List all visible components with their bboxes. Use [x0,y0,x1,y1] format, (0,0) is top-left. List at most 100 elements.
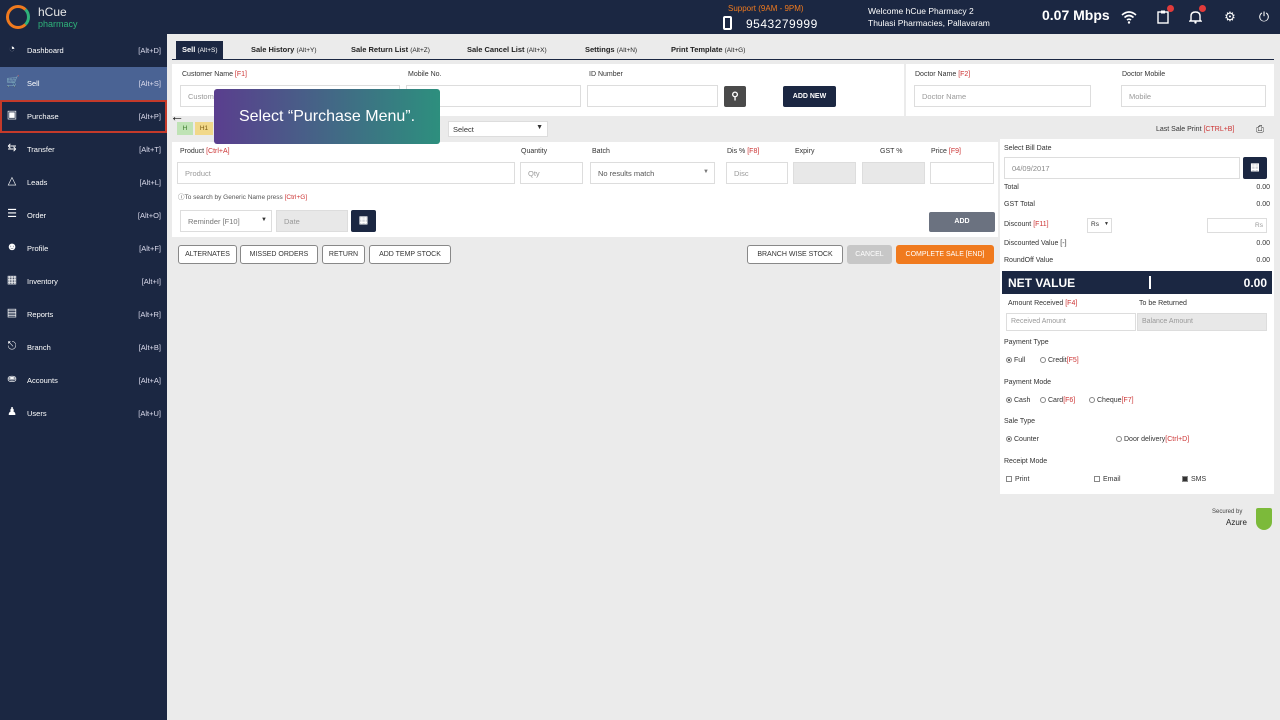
return-button[interactable]: RETURN [322,245,365,264]
support-label: Support (9AM - 9PM) [728,4,804,13]
missed-orders-button[interactable]: MISSED ORDERS [240,245,318,264]
branch-wise-stock-button[interactable]: BRANCH WISE STOCK [747,245,843,264]
sidebar-item-purchase[interactable]: ▣ Purchase [Alt+P] [0,100,167,133]
batch-select[interactable]: No results match ▼ [590,162,715,184]
expiry-label: Expiry [795,148,815,155]
tab-sell[interactable]: Sell (Alt+S) [176,41,224,59]
add-temp-stock-button[interactable]: ADD TEMP STOCK [369,245,451,264]
sidebar-item-transfer[interactable]: ⇆ Transfer [Alt+T] [0,133,167,166]
bill-date-calendar-button[interactable]: ▦ [1243,157,1267,179]
welcome-user: Welcome hCue Pharmacy 2 [868,6,974,16]
tab-divider [172,59,1274,60]
sidebar-item-profile[interactable]: ☻ Profile [Alt+F] [0,232,167,265]
radio-indicator [1089,397,1095,404]
reminder-select[interactable]: Reminder [F10] ▼ [180,210,272,232]
payment-credit-radio[interactable]: Credit[F5] [1040,357,1079,364]
id-number-input[interactable] [587,85,718,107]
chevron-down-icon: ▼ [261,217,267,223]
add-new-button[interactable]: ADD NEW [783,86,836,107]
sidebar-item-branch[interactable]: ⎋ Branch [Alt+B] [0,331,167,364]
sidebar-item-accounts[interactable]: ⛂ Accounts [Alt+A] [0,364,167,397]
alternates-button[interactable]: ALTERNATES [178,245,237,264]
sidebar-item-shortcut: [Alt+A] [138,376,161,385]
gst-input [862,162,925,184]
tab-settings[interactable]: Settings (Alt+N) [579,41,643,59]
sidebar-item-shortcut: [Alt+S] [138,79,161,88]
mode-cash-radio[interactable]: Cash [1006,397,1030,404]
tab-shortcut: (Alt+G) [724,47,746,54]
sidebar-item-inventory[interactable]: ▦ Inventory [Alt+I] [0,265,167,298]
chevron-down-icon: ▼ [703,169,709,175]
sidebar-item-label: Inventory [27,277,58,286]
shortcut-text: [F5] [1066,357,1079,364]
sidebar-item-shortcut: [Alt+I] [141,277,161,286]
product-input[interactable]: Product [177,162,515,184]
complete-sale-button[interactable]: COMPLETE SALE [END] [896,245,994,264]
radio-indicator [1116,436,1122,443]
sidebar-item-label: Order [27,211,47,220]
sidebar-item-sell[interactable]: 🛒 Sell [Alt+S] [0,67,167,100]
sidebar-item-order[interactable]: ☰ Order [Alt+O] [0,199,167,232]
calendar-icon: ▦ [358,215,369,226]
bill-date-input[interactable]: 04/09/2017 [1004,157,1240,179]
tab-sale-cancel-list[interactable]: Sale Cancel List (Alt+X) [461,41,553,59]
schedule-h1-tag[interactable]: H1 [195,122,213,135]
label-text: Price [931,148,947,155]
sidebar-item-leads[interactable]: △ Leads [Alt+L] [0,166,167,199]
tab-sale-return-list[interactable]: Sale Return List (Alt+Z) [345,41,436,59]
gear-icon[interactable]: ⚙ [1221,8,1239,26]
sale-door-delivery-radio[interactable]: Door delivery[Ctrl+D] [1116,436,1189,443]
generic-search-hint: ⓘTo search by Generic Name press [Ctrl+G… [178,191,307,201]
print-icon[interactable]: ⎙ [1256,124,1264,135]
radio-indicator [1006,397,1012,404]
price-input[interactable] [930,162,994,184]
received-amount-input[interactable]: Received Amount [1006,313,1136,331]
option-label: Door delivery [1124,436,1166,443]
sidebar-item-dashboard[interactable]: ◔ Dashboard [Alt+D] [0,34,167,67]
leads-icon: △ [7,175,17,187]
tab-print-template[interactable]: Print Template (Alt+G) [665,41,751,59]
power-icon[interactable]: ⏻ [1255,8,1273,26]
discount-percent-input[interactable]: Disc [726,162,788,184]
receipt-sms-checkbox[interactable]: SMS [1182,476,1206,483]
quantity-label: Quantity [521,148,548,155]
doctor-mobile-input[interactable]: Mobile [1121,85,1266,107]
quantity-input[interactable]: Qty [520,162,583,184]
calendar-button[interactable]: ▦ [351,210,376,232]
type-select[interactable]: Select ▼ [448,121,548,137]
sidebar-item-shortcut: [Alt+R] [138,310,161,319]
payment-full-radio[interactable]: Full [1006,357,1025,364]
search-button[interactable]: ⚲ [724,86,746,107]
product-label: Product [Ctrl+A] [180,148,230,155]
sale-counter-radio[interactable]: Counter [1006,436,1039,443]
discount-input[interactable]: Rs [1207,218,1267,233]
sidebar-item-label: Dashboard [27,46,64,55]
last-sale-print[interactable]: Last Sale Print [CTRL+B] [1156,126,1234,133]
cancel-button[interactable]: CANCEL [847,245,892,264]
mode-cheque-radio[interactable]: Cheque[F7] [1089,397,1134,404]
balance-amount-input: Balance Amount [1137,313,1267,331]
doctor-name-input[interactable]: Doctor Name [914,85,1091,107]
sidebar-item-shortcut: [Alt+F] [139,244,161,253]
welcome-text: Welcome hCue Pharmacy 2 Thulasi Pharmaci… [868,5,990,29]
bell-icon[interactable] [1186,5,1206,26]
sidebar-item-label: Profile [27,244,49,253]
clipboard-icon[interactable] [1154,5,1174,26]
support-info: Support (9AM - 9PM) 9543279999 [722,3,822,31]
transfer-icon: ⇆ [7,142,17,154]
reminder-date-input[interactable]: Date [276,210,348,232]
label-text: Dis % [727,148,746,155]
receipt-email-checkbox[interactable]: Email [1094,476,1121,483]
receipt-print-checkbox[interactable]: Print [1006,476,1029,483]
mode-card-radio[interactable]: Card[F6] [1040,397,1075,404]
shortcut-text: [F8] [747,148,760,155]
to-be-returned-label: To be Returned [1139,300,1187,307]
tab-label: Sale Cancel List [467,45,525,54]
add-product-button[interactable]: ADD [929,212,995,232]
tab-sale-history[interactable]: Sale History (Alt+Y) [245,41,323,59]
sidebar-item-users[interactable]: ♟ Users [Alt+U] [0,397,167,430]
brand-logo[interactable]: hCue pharmacy [6,3,91,31]
wifi-icon [1120,8,1138,26]
discount-unit-select[interactable]: Rs ▼ [1087,218,1112,233]
sidebar-item-reports[interactable]: ▤ Reports [Alt+R] [0,298,167,331]
